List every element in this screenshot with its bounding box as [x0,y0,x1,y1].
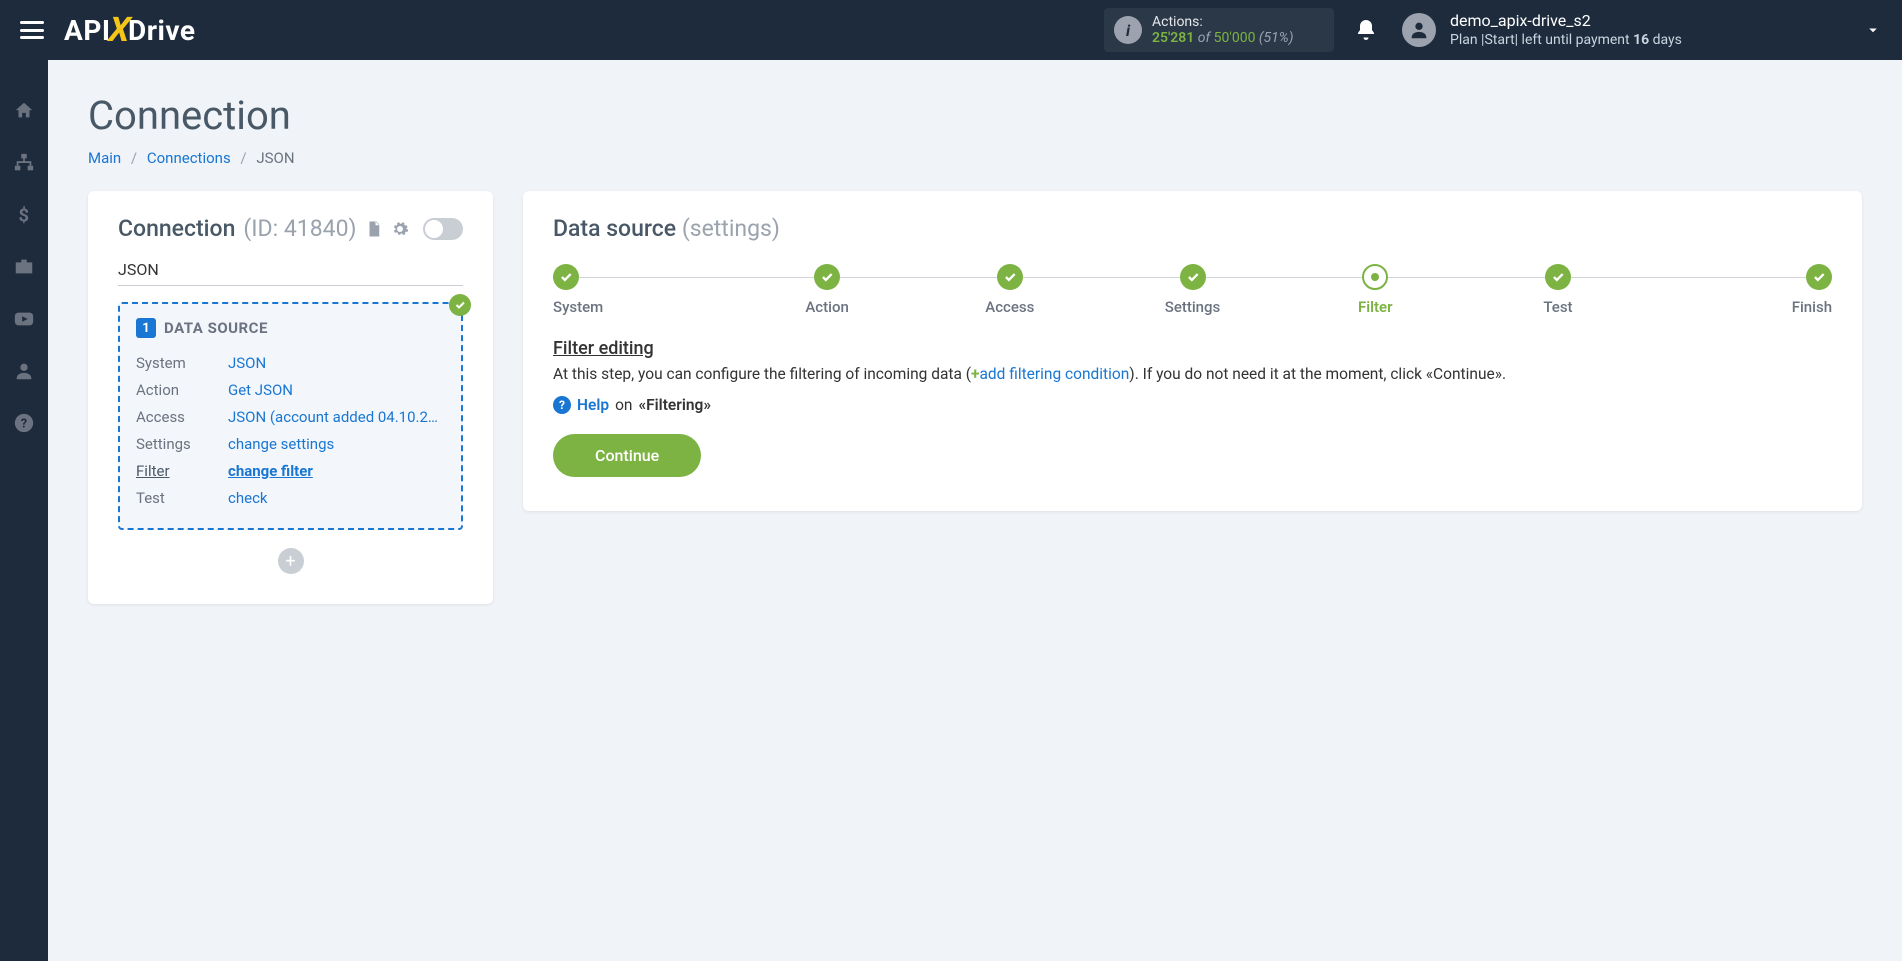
avatar-icon [1402,13,1436,47]
help-link[interactable]: Help [577,396,609,414]
row-filter: Filterchange filter [136,458,445,485]
side-rail: $ ? [0,60,48,961]
profile-icon[interactable] [13,360,35,382]
step-test[interactable]: Test [1467,264,1650,316]
enable-toggle[interactable] [423,218,463,240]
home-icon[interactable] [13,100,35,122]
settings-card: Data source (settings) System Action Acc… [523,191,1862,511]
actions-label: Actions: [1152,14,1318,30]
add-filter-link[interactable]: add filtering condition [979,365,1129,383]
main-content: Connection Main / Connections / JSON Con… [48,60,1902,961]
crumb-current: JSON [256,149,294,167]
question-icon: ? [553,396,571,414]
settings-title: Data source (settings) [553,215,1832,242]
crumb-connections[interactable]: Connections [147,149,231,167]
sitemap-icon[interactable] [13,152,35,174]
top-bar: APIXDrive i Actions: 25'281 of 50'000 (5… [0,0,1902,60]
help-line: ? Help on «Filtering» [553,396,1832,414]
connection-name-input[interactable] [118,256,463,286]
connection-id: (ID: 41840) [243,215,356,242]
user-menu[interactable]: demo_apix-drive_s2 Plan |Start| left unt… [1402,11,1882,50]
breadcrumb: Main / Connections / JSON [88,149,1862,167]
add-destination-button[interactable]: + [278,548,304,574]
logo[interactable]: APIXDrive [64,10,195,50]
actions-counter[interactable]: i Actions: 25'281 of 50'000 (51%) [1104,8,1334,52]
info-icon: i [1114,16,1142,44]
user-plan: Plan |Start| left until payment 16 days [1450,31,1682,49]
row-test: Testcheck [136,485,445,512]
user-name: demo_apix-drive_s2 [1450,11,1682,32]
notifications-icon[interactable] [1354,18,1378,42]
youtube-icon[interactable] [13,308,35,330]
crumb-main[interactable]: Main [88,149,121,167]
box-title: DATA SOURCE [164,319,268,337]
gear-icon[interactable] [391,220,409,238]
briefcase-icon[interactable] [13,256,35,278]
connection-title: Connection [118,215,235,242]
step-filter[interactable]: Filter [1284,264,1467,316]
menu-toggle[interactable] [20,21,44,39]
help-icon[interactable]: ? [13,412,35,434]
step-access[interactable]: Access [918,264,1101,316]
data-source-box: 1 DATA SOURCE SystemJSON ActionGet JSON … [118,302,463,530]
page-title: Connection [88,92,1862,139]
row-settings: Settingschange settings [136,431,445,458]
box-number: 1 [136,318,156,338]
step-settings[interactable]: Settings [1101,264,1284,316]
step-action[interactable]: Action [736,264,919,316]
row-access: AccessJSON (account added 04.10.2… [136,404,445,431]
document-icon[interactable] [365,220,383,238]
stepper: System Action Access Settings Filter Tes… [553,264,1832,316]
filter-description: At this step, you can configure the filt… [553,363,1832,386]
row-action: ActionGet JSON [136,377,445,404]
svg-text:$: $ [19,205,30,226]
step-system[interactable]: System [553,264,736,316]
svg-text:?: ? [21,417,27,432]
connection-card: Connection (ID: 41840) 1 DATA SOURCE Sys… [88,191,493,604]
billing-icon[interactable]: $ [13,204,35,226]
check-icon [449,294,471,316]
row-system: SystemJSON [136,350,445,377]
filter-heading: Filter editing [553,338,1832,359]
continue-button[interactable]: Continue [553,434,701,477]
step-finish[interactable]: Finish [1649,264,1832,316]
chevron-down-icon [1864,21,1882,39]
actions-values: 25'281 of 50'000 (51%) [1152,30,1318,46]
